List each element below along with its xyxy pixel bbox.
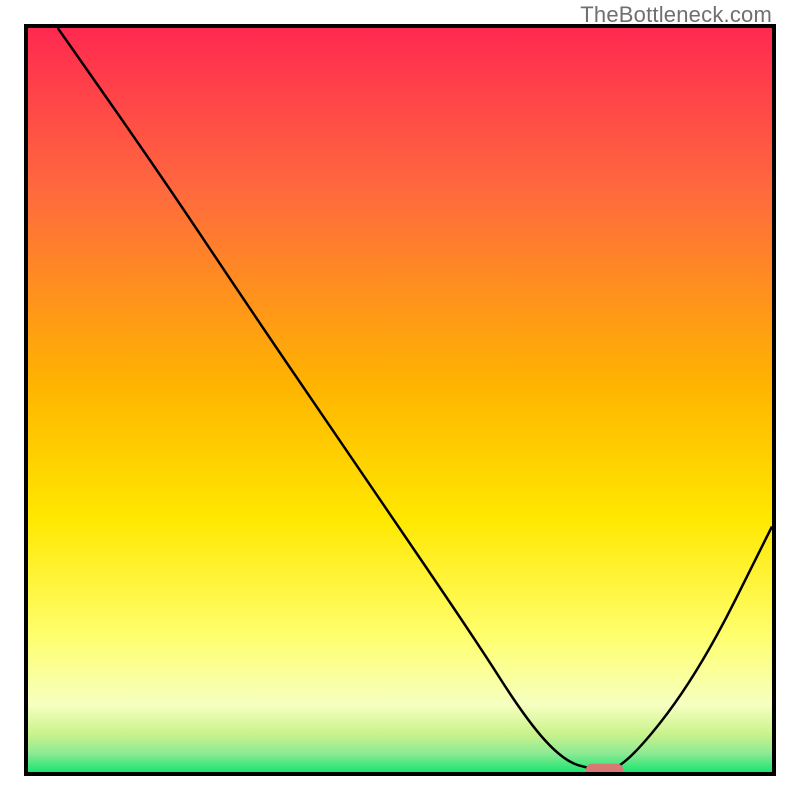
watermark-text: TheBottleneck.com <box>580 2 772 28</box>
chart-frame <box>24 24 776 776</box>
optimal-marker <box>586 764 623 772</box>
gradient-background <box>28 28 772 772</box>
chart-svg <box>28 28 772 772</box>
